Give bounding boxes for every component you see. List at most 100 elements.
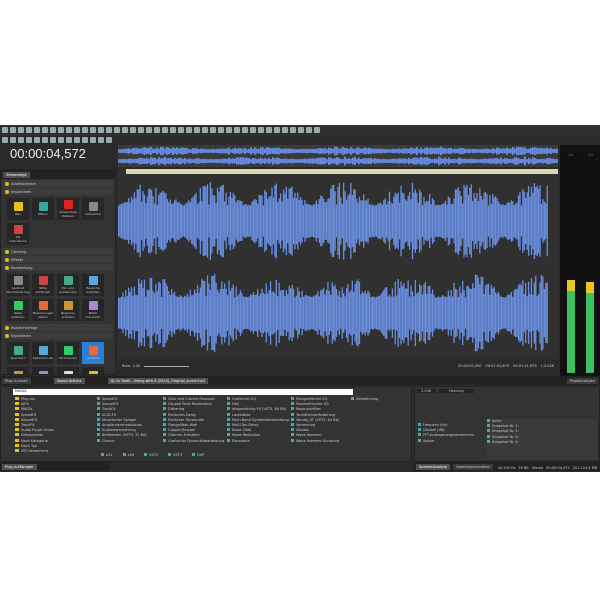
filter-checkbox[interactable]: x64 [123,453,135,458]
section-header[interactable]: Arbeitsbereich [3,180,113,187]
toolbar-button-icon[interactable] [226,127,232,133]
toolbar-button-icon[interactable] [50,127,56,133]
plugin-search-input[interactable]: MAGIX [13,389,353,395]
toolbar-button-icon[interactable] [186,127,192,133]
toolbar-button-icon[interactable] [74,127,80,133]
plugin-item[interactable]: Wave Hammer Surround [291,439,339,444]
action-tile[interactable]: Neu [7,198,29,220]
toolbar-button-icon[interactable] [178,127,184,133]
action-tile[interactable]: Lautheit Normalisierung [7,274,29,296]
action-tile[interactable]: ACX Prüfung [57,367,79,375]
tab-zeitanzeige[interactable]: Zeitanzeige [3,172,30,178]
toolbar-button-icon[interactable] [18,127,24,133]
toolbar-button-icon[interactable] [106,127,112,133]
waveform-editor[interactable] [118,169,558,359]
main-waveform[interactable] [118,174,558,359]
toolbar-button-icon[interactable] [82,127,88,133]
toolbar-button-icon[interactable] [90,127,96,133]
action-tile[interactable]: Aufnahme [82,198,104,220]
transport-button-icon[interactable] [26,137,32,143]
section-header[interactable]: Cleaning [3,248,113,255]
plugin-item[interactable]: Inlegendizing FX (VST3, 64 Bit) [227,407,289,412]
toolbar-button-icon[interactable] [314,127,320,133]
fft-size-select[interactable]: 2.048 [417,389,435,393]
toolbar-button-icon[interactable] [210,127,216,133]
plugin-item[interactable]: Panorama [227,439,289,444]
filter-checkbox[interactable]: DXP [192,453,204,458]
action-tile[interactable]: Datei aufteilen [7,299,29,321]
filter-checkbox[interactable]: VST3 [168,453,182,458]
toolbar-button-icon[interactable] [290,127,296,133]
toolbar-button-icon[interactable] [250,127,256,133]
transport-button-icon[interactable] [50,137,56,143]
action-tile[interactable]: Stille entfernen [32,274,54,296]
zoom-slider[interactable] [144,366,189,367]
overview-waveform[interactable] [118,145,558,167]
toolbar-button-icon[interactable] [98,127,104,133]
tab-meters[interactable]: Pegelanzeigen [567,378,598,384]
toolbar-button-icon[interactable] [154,127,160,133]
toolbar-button-icon[interactable] [26,127,32,133]
transport-button-icon[interactable] [98,137,104,143]
transport-button-icon[interactable] [10,137,16,143]
section-header[interactable]: Nutzereinträge [3,324,113,331]
spectrum-label[interactable]: FFT-Auslagerungsverzeichnis: [418,433,475,438]
transport-button-icon[interactable] [58,137,64,143]
section-header[interactable]: Exportieren [3,332,113,339]
toolbar-button-icon[interactable] [242,127,248,133]
snapshot-row[interactable]: Snapshot Nr. 4: [487,440,597,445]
toolbar-button-icon[interactable] [122,127,128,133]
action-tile[interactable]: Markierungen setzen [32,299,54,321]
toolbar-button-icon[interactable] [162,127,168,133]
toolbar-button-icon[interactable] [42,127,48,133]
transport-button-icon[interactable] [106,137,112,143]
toolbar-button-icon[interactable] [114,127,120,133]
plugin-item[interactable]: Chorus [97,439,147,444]
spectrum-label[interactable]: Spitze: [418,439,475,444]
toolbar-button-icon[interactable] [274,127,280,133]
action-tile[interactable]: ACX Export [82,367,104,375]
transport-button-icon[interactable] [34,137,40,143]
plugin-item[interactable]: Grafischer Dynamikbearbeitung [163,439,224,444]
toolbar-button-icon[interactable] [66,127,72,133]
plugin-item[interactable]: Zeitdehnung [351,397,378,402]
transport-button-icon[interactable] [2,137,8,143]
action-tile[interactable]: Ein- und ausblenden [57,274,79,296]
plugin-tree[interactable]: Plug-ins AIFX MAGIX SpeedFX SequelFX TrackFX A… [15,397,54,454]
transport-button-icon[interactable] [82,137,88,143]
transport-button-icon[interactable] [90,137,96,143]
transport-button-icon[interactable] [18,137,24,143]
section-header[interactable]: Importieren [3,188,113,195]
action-tile[interactable]: SoundCloud [32,367,54,375]
toolbar-button-icon[interactable] [146,127,152,133]
plugin-item[interactable]: Bitfaktoren (VST3, 32 Bit) [97,433,147,438]
action-tile[interactable]: Öffnen [32,198,54,220]
toolbar-button-icon[interactable] [258,127,264,133]
toolbar-button-icon[interactable] [234,127,240,133]
tree-item[interactable]: VST-Verzeichnis [15,449,54,454]
action-tile[interactable]: Speichern [7,342,29,364]
tab-plugin-manager[interactable]: Plug-in-Manager [2,464,37,470]
tab-sound-actions[interactable]: Sound Actions [54,378,85,384]
action-tile[interactable]: Regionen erstellen [57,299,79,321]
toolbar-button-icon[interactable] [58,127,64,133]
toolbar-button-icon[interactable] [170,127,176,133]
action-tile[interactable]: Batch Converter [82,299,104,321]
toolbar-button-icon[interactable] [34,127,40,133]
filter-checkbox[interactable]: x32 [101,453,113,458]
filter-checkbox[interactable]: VST2 [144,453,158,458]
action-tile[interactable]: Bereiche erstellen [82,274,104,296]
action-tile[interactable]: Speichern als [32,342,54,364]
toolbar-button-icon[interactable] [138,127,144,133]
action-tile[interactable]: YouTube [82,342,104,364]
action-tile[interactable]: CD importieren [7,223,29,245]
action-tile[interactable]: Spotify [7,367,29,375]
window-select[interactable]: Hanning [439,389,474,393]
toolbar-button-icon[interactable] [202,127,208,133]
toolbar-button-icon[interactable] [282,127,288,133]
toolbar-button-icon[interactable] [298,127,304,133]
toolbar-button-icon[interactable] [218,127,224,133]
transport-button-icon[interactable] [74,137,80,143]
tab-file[interactable]: DJ Oz Tooth - Swing with it (2024)_Origi… [108,378,209,384]
transport-button-icon[interactable] [42,137,48,143]
